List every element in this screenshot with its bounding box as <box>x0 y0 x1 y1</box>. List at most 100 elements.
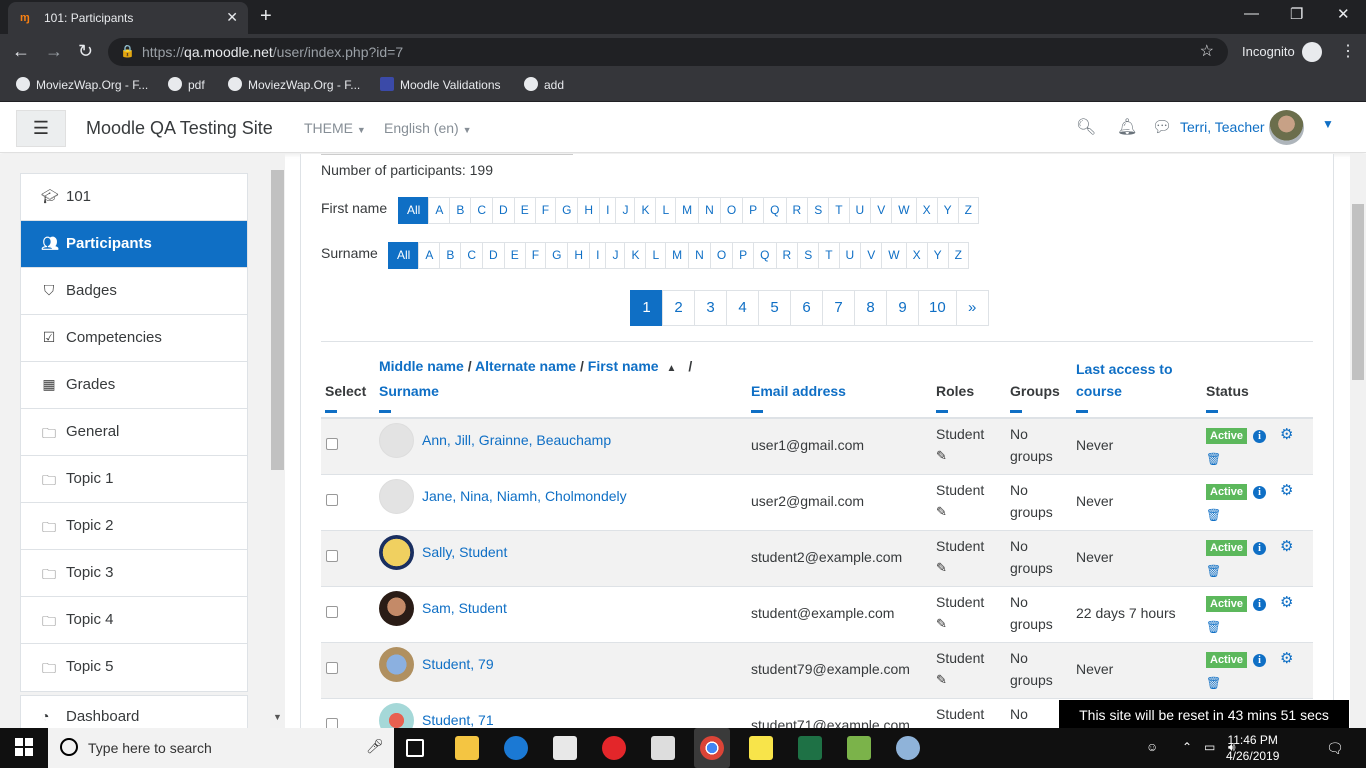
surname-initial-o[interactable]: O <box>709 242 734 269</box>
taskbar-search-input[interactable]: Type here to search 🎤︎ <box>48 728 394 768</box>
bookmark-item[interactable]: MoviezWap.Org - F... <box>16 77 148 92</box>
forward-icon[interactable]: → <box>45 41 63 62</box>
pencil-icon[interactable]: ✎ <box>936 613 1002 635</box>
avatar[interactable] <box>379 534 414 570</box>
surname-initial-c[interactable]: C <box>460 242 484 269</box>
file-explorer-icon[interactable] <box>455 736 479 760</box>
trash-icon[interactable]: 🗑︎ <box>1206 672 1309 694</box>
page-link-4[interactable]: 4 <box>726 290 759 326</box>
sort-first-name-link[interactable]: First name <box>588 358 659 374</box>
firstname-initial-w[interactable]: W <box>891 197 917 224</box>
firstname-initial-i[interactable]: I <box>599 197 617 224</box>
surname-initial-m[interactable]: M <box>665 242 690 269</box>
collapse-icon[interactable] <box>379 409 391 413</box>
sort-surname-link[interactable]: Surname <box>379 383 439 399</box>
url-input[interactable]: 🔒 https://qa.moodle.net/user/index.php?i… <box>108 38 1228 66</box>
browser-tab[interactable]: ɱ 101: Participants ✕ <box>8 2 248 34</box>
drawer-scrollbar[interactable]: ▼ <box>270 154 285 728</box>
surname-initial-g[interactable]: G <box>545 242 569 269</box>
trash-icon[interactable]: 🗑︎ <box>1206 448 1309 470</box>
avatar[interactable] <box>379 702 414 728</box>
nav-item-topic-2[interactable]: 🗀 Topic 2 <box>21 503 247 550</box>
chrome-taskbar-button[interactable] <box>694 728 730 768</box>
surname-initial-y[interactable]: Y <box>926 242 949 269</box>
surname-initial-i[interactable]: I <box>589 242 607 269</box>
surname-initial-a[interactable]: A <box>418 242 441 269</box>
spreadsheet-icon[interactable] <box>847 736 871 760</box>
firstname-initial-all[interactable]: All <box>398 197 430 224</box>
bookmark-item[interactable]: add <box>524 77 564 92</box>
avatar[interactable] <box>379 422 414 458</box>
info-icon[interactable]: i <box>1253 485 1267 499</box>
caret-down-icon[interactable]: ▼ <box>1322 117 1334 131</box>
minimize-icon[interactable]: — <box>1244 5 1259 22</box>
firstname-initial-g[interactable]: G <box>555 197 579 224</box>
firstname-initial-v[interactable]: V <box>870 197 893 224</box>
collapse-icon[interactable] <box>1076 409 1088 413</box>
user-name-link[interactable]: Sally, Student <box>422 541 507 563</box>
trash-icon[interactable]: 🗑︎ <box>1206 504 1309 526</box>
collapse-icon[interactable] <box>1206 409 1218 413</box>
paint-icon[interactable] <box>896 736 920 760</box>
gear-icon[interactable]: ⚙ <box>1280 648 1293 670</box>
page-link-1[interactable]: 1 <box>630 290 663 326</box>
surname-initial-d[interactable]: D <box>482 242 505 269</box>
user-name-link[interactable]: Student, 71 <box>422 709 494 728</box>
site-name[interactable]: Moodle QA Testing Site <box>86 118 273 139</box>
surname-initial-t[interactable]: T <box>818 242 840 269</box>
scroll-down-icon[interactable]: ▼ <box>273 712 282 722</box>
sticky-notes-icon[interactable] <box>749 736 773 760</box>
theme-menu[interactable]: THEME ▼ <box>304 120 366 136</box>
bookmark-item[interactable]: MoviezWap.Org - F... <box>228 77 360 92</box>
page-link-3[interactable]: 3 <box>694 290 727 326</box>
nav-item-badges[interactable]: ⛉ Badges <box>21 268 247 315</box>
trash-icon[interactable]: 🗑︎ <box>1206 616 1309 638</box>
surname-initial-x[interactable]: X <box>905 242 928 269</box>
row-checkbox[interactable] <box>326 717 338 728</box>
nav-item-competencies[interactable]: ☑ Competencies <box>21 315 247 362</box>
surname-initial-n[interactable]: N <box>688 242 711 269</box>
search-icon[interactable]: 🔍︎ <box>1076 117 1096 137</box>
user-name-link[interactable]: Sam, Student <box>422 597 507 619</box>
firstname-initial-t[interactable]: T <box>828 197 850 224</box>
nav-item-topic-1[interactable]: 🗀 Topic 1 <box>21 456 247 503</box>
nav-item-topic-5[interactable]: 🗀 Topic 5 <box>21 644 247 691</box>
firstname-initial-r[interactable]: R <box>785 197 809 224</box>
sort-email-link[interactable]: Email address <box>751 383 846 399</box>
surname-initial-l[interactable]: L <box>645 242 667 269</box>
surname-initial-r[interactable]: R <box>775 242 799 269</box>
drawer-toggle-button[interactable]: ☰ <box>16 110 66 147</box>
window-close-icon[interactable]: ✕ <box>1337 5 1350 23</box>
language-menu[interactable]: English (en) ▼ <box>384 120 472 136</box>
firstname-initial-u[interactable]: U <box>848 197 872 224</box>
firstname-initial-x[interactable]: X <box>915 197 938 224</box>
browser-menu-icon[interactable]: ⋮ <box>1340 41 1356 61</box>
firstname-initial-j[interactable]: J <box>615 197 636 224</box>
surname-initial-u[interactable]: U <box>838 242 862 269</box>
row-checkbox[interactable] <box>326 605 338 618</box>
row-checkbox[interactable] <box>326 493 338 506</box>
excel-icon[interactable] <box>798 736 822 760</box>
firstname-initial-c[interactable]: C <box>470 197 494 224</box>
bookmark-item[interactable]: pdf <box>168 77 205 92</box>
pencil-icon[interactable]: ✎ <box>936 557 1002 579</box>
firstname-initial-h[interactable]: H <box>577 197 601 224</box>
row-checkbox[interactable] <box>326 661 338 674</box>
surname-initial-b[interactable]: B <box>439 242 462 269</box>
back-icon[interactable]: ← <box>12 41 30 62</box>
page-link-9[interactable]: 9 <box>886 290 919 326</box>
incognito-icon[interactable] <box>1302 42 1322 62</box>
nav-item-general[interactable]: 🗀 General <box>21 409 247 456</box>
user-name-link[interactable]: Jane, Nina, Niamh, Cholmondely <box>422 485 627 507</box>
surname-initial-k[interactable]: K <box>624 242 647 269</box>
surname-initial-p[interactable]: P <box>732 242 755 269</box>
avatar[interactable] <box>1269 110 1304 145</box>
firstname-initial-f[interactable]: F <box>534 197 557 224</box>
pencil-icon[interactable]: ✎ <box>936 669 1002 691</box>
reload-icon[interactable]: ↻ <box>78 41 93 62</box>
firstname-initial-e[interactable]: E <box>513 197 536 224</box>
user-name-link[interactable]: Ann, Jill, Grainne, Beauchamp <box>422 429 611 451</box>
surname-initial-s[interactable]: S <box>797 242 820 269</box>
opera-icon[interactable] <box>602 736 626 760</box>
nav-item-grades[interactable]: ▦ Grades <box>21 362 247 409</box>
